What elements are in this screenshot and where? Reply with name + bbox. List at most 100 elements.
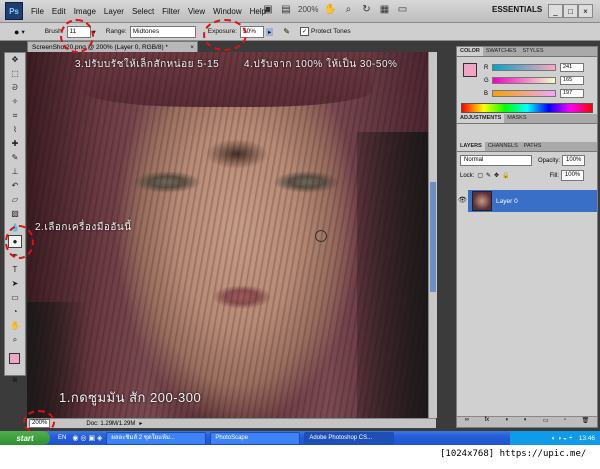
brush-tool-icon[interactable]: ✎ [8, 151, 22, 164]
arrange-documents-icon[interactable]: ▦ [378, 3, 390, 15]
blue-value[interactable]: 197 [560, 89, 584, 98]
color-panel-foreground-swatch[interactable] [463, 63, 477, 77]
new-group-icon[interactable]: ▭ [543, 417, 549, 427]
menu-filter[interactable]: Filter [162, 7, 180, 16]
range-select[interactable]: Midtones [129, 25, 196, 38]
path-selection-tool-icon[interactable]: ➤ [8, 277, 22, 290]
blue-slider[interactable] [492, 90, 556, 97]
shape-tool-icon[interactable]: ▭ [8, 291, 22, 304]
clone-stamp-tool-icon[interactable]: ⊥ [8, 165, 22, 178]
zoom-tool-panel-icon[interactable]: ⌕ [8, 333, 22, 346]
lock-transparent-icon[interactable]: ▢ [477, 172, 483, 179]
close-button[interactable]: × [578, 4, 593, 18]
dodge-tool-icon[interactable]: ● [8, 235, 22, 248]
visibility-eye-icon[interactable]: 👁 [457, 190, 468, 212]
rotate-view-icon[interactable]: ↻ [360, 3, 372, 15]
link-layers-icon[interactable]: ∞ [465, 417, 469, 427]
pen-tool-icon[interactable]: ✒ [8, 249, 22, 262]
blend-mode-select[interactable]: Normal [460, 155, 532, 166]
move-tool-icon[interactable]: ✥ [8, 53, 22, 66]
taskbar-item-browser[interactable]: ผลอะชิมส์ 2 ชุดใยแห้ม... [106, 431, 207, 445]
tab-adjustments[interactable]: ADJUSTMENTS [457, 114, 505, 123]
menu-view[interactable]: View [188, 7, 205, 16]
quick-mask-icon[interactable]: ◙ [8, 373, 22, 386]
brush-size-picker[interactable]: 11 [66, 25, 91, 38]
menu-image[interactable]: Image [74, 7, 96, 16]
hand-tool-icon[interactable]: ✋ [324, 3, 336, 15]
quick-launch-icons[interactable]: ◉ ◎ ▣ ◈ [72, 434, 102, 442]
marquee-tool-icon[interactable]: ⬚ [8, 67, 22, 80]
layer-row[interactable]: 👁 Layer 0 [457, 190, 597, 212]
quick-select-tool-icon[interactable]: ✧ [8, 95, 22, 108]
menu-edit[interactable]: Edit [52, 7, 66, 16]
history-brush-tool-icon[interactable]: ↶ [8, 179, 22, 192]
bridge-icon[interactable]: ▣ [262, 3, 274, 15]
lock-all-icon[interactable]: 🔒 [502, 172, 509, 179]
zoom-tool-icon[interactable]: ⌕ [342, 3, 354, 15]
layer-style-icon[interactable]: fx [484, 417, 489, 427]
vertical-scroll-thumb[interactable] [430, 182, 436, 292]
foreground-color-swatch[interactable] [9, 353, 20, 364]
tool-preset-chevron-icon[interactable]: ▾ [21, 28, 24, 36]
lasso-tool-icon[interactable]: ᘐ [8, 81, 22, 94]
taskbar-item-photoshop[interactable]: Adobe Photoshop CS... [304, 431, 395, 445]
minimize-button[interactable]: _ [548, 4, 563, 18]
vertical-scrollbar[interactable] [428, 52, 437, 418]
mini-bridge-icon[interactable]: ▤ [280, 3, 292, 15]
menu-layer[interactable]: Layer [104, 7, 124, 16]
gradient-tool-icon[interactable]: ▧ [8, 207, 22, 220]
layer-name[interactable]: Layer 0 [496, 198, 518, 205]
color-swatches[interactable] [5, 347, 25, 373]
lock-position-icon[interactable]: ✥ [494, 172, 499, 179]
tab-color[interactable]: COLOR [457, 47, 483, 56]
menu-file[interactable]: File [31, 7, 44, 16]
taskbar-item-photoscape[interactable]: PhotoScape [210, 431, 301, 445]
document-canvas[interactable]: 3.ปรับบรัชให้เล็กสักหน่อย 5-15 4.ปรับจาก… [27, 52, 428, 418]
brush-chevron-icon[interactable]: ▾ [93, 28, 96, 36]
opacity-input[interactable]: 100% [562, 155, 586, 166]
zoom-level-menu[interactable]: 200% [298, 5, 318, 14]
status-menu-arrow-icon[interactable]: ▸ [139, 420, 142, 427]
exposure-input[interactable]: 50% [240, 25, 265, 38]
tab-swatches[interactable]: SWATCHES [483, 47, 520, 56]
screen-mode-icon[interactable]: ▭ [396, 3, 408, 15]
red-value[interactable]: 241 [560, 63, 584, 72]
green-slider[interactable] [492, 77, 556, 84]
tab-layers[interactable]: LAYERS [457, 142, 485, 151]
language-indicator[interactable]: EN [58, 435, 66, 441]
dodge-tool-preset-icon[interactable]: ● [14, 27, 19, 37]
exposure-slider-toggle-icon[interactable]: ▸ [266, 27, 274, 36]
menu-window[interactable]: Window [213, 7, 241, 16]
tab-paths[interactable]: PATHS [521, 142, 545, 151]
type-tool-icon[interactable]: T [8, 263, 22, 276]
workspace-switcher[interactable]: ESSENTIALS [492, 5, 542, 14]
brush-label: Brush: [44, 28, 64, 35]
green-value[interactable]: 165 [560, 76, 584, 85]
fill-input[interactable]: 100% [560, 170, 585, 181]
tab-styles[interactable]: STYLES [519, 47, 546, 56]
blend-opacity-row: Normal Opacity: 100% [460, 155, 586, 166]
color-spectrum-bar[interactable] [461, 103, 593, 113]
3d-rotate-tool-icon[interactable]: ◔ [8, 305, 22, 318]
start-button[interactable]: start [0, 431, 50, 445]
tab-channels[interactable]: CHANNELS [485, 142, 521, 151]
healing-brush-tool-icon[interactable]: ✚ [8, 137, 22, 150]
tab-masks[interactable]: MASKS [504, 114, 529, 123]
eraser-tool-icon[interactable]: ▱ [8, 193, 22, 206]
red-slider[interactable] [492, 64, 556, 71]
airbrush-icon[interactable]: ✎ [283, 27, 290, 36]
menu-select[interactable]: Select [132, 7, 154, 16]
delete-layer-icon[interactable]: 🗑 [582, 417, 590, 427]
hand-tool-panel-icon[interactable]: ✋ [8, 319, 22, 332]
zoom-level-field[interactable]: 200% [29, 419, 51, 428]
protect-tones-checkbox[interactable]: ✓ [299, 27, 309, 36]
adjustment-layer-icon[interactable]: ◐ [524, 417, 528, 427]
maximize-button[interactable]: □ [563, 4, 578, 18]
blur-tool-icon[interactable]: 💧 [8, 221, 22, 234]
crop-tool-icon[interactable]: ⌗ [8, 109, 22, 122]
add-mask-icon[interactable]: ◑ [505, 417, 509, 427]
eyedropper-tool-icon[interactable]: ⌇ [8, 123, 22, 136]
tray-icons[interactable]: ◐ ◑ ◒ ◓ [552, 435, 573, 442]
new-layer-icon[interactable]: ▫ [564, 417, 566, 427]
lock-image-icon[interactable]: ✎ [486, 172, 491, 179]
